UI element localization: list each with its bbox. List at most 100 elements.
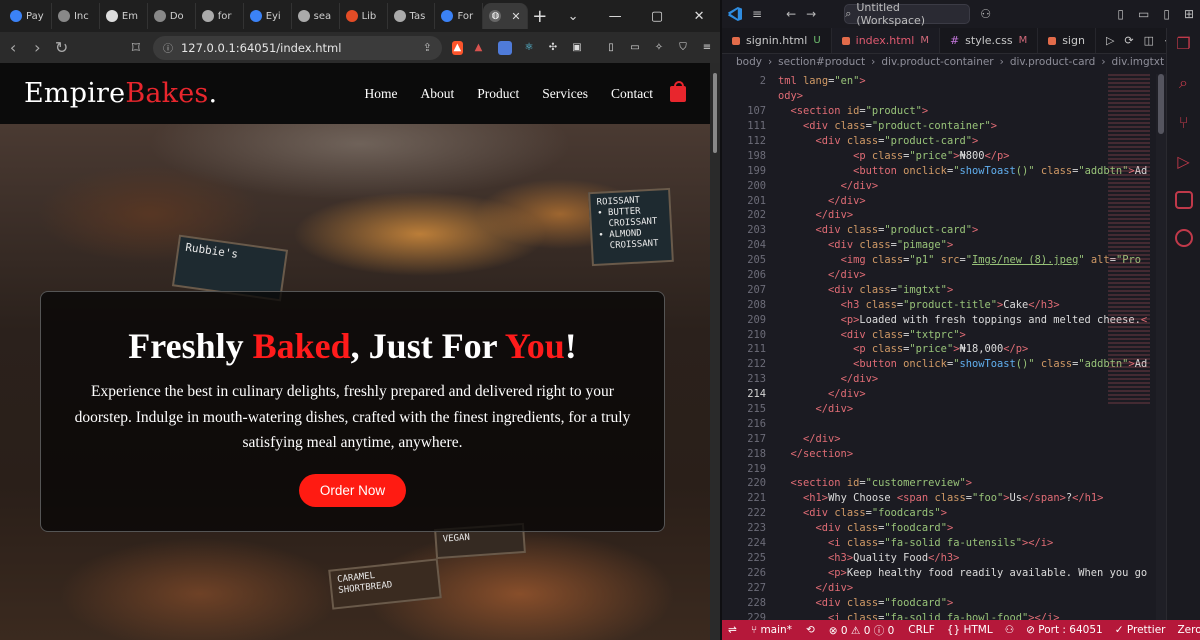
- tab-index-html[interactable]: index.html M: [831, 28, 940, 53]
- code-line[interactable]: 226 <p>Keep healthy food readily availab…: [722, 565, 1156, 580]
- browser-tab[interactable]: For: [435, 3, 484, 29]
- run-debug-icon[interactable]: ▷: [1177, 152, 1189, 171]
- debug-icon[interactable]: ⟳: [1124, 34, 1133, 47]
- vpn-icon[interactable]: ⛉: [676, 41, 690, 55]
- wallet-icon[interactable]: ▭: [628, 41, 642, 55]
- customize-layout-icon[interactable]: ⊞: [1184, 7, 1194, 21]
- toggle-sidebar-icon[interactable]: ▯: [1117, 7, 1124, 21]
- site-info-icon[interactable]: ⓘ: [163, 40, 173, 55]
- code-line[interactable]: 225 <h3>Quality Food</h3>: [722, 551, 1156, 566]
- back-arrow-icon[interactable]: ←: [786, 7, 796, 21]
- problems-indicator[interactable]: ⊗ 0 ⚠ 0 ⓘ 0: [829, 623, 894, 638]
- leo-ai-icon[interactable]: ✧: [652, 41, 666, 55]
- react-devtools-icon[interactable]: ⚛: [522, 41, 536, 55]
- code-view[interactable]: 2 tml lang="en"> ody> 107 <section id="prod…: [722, 74, 1156, 620]
- code-line[interactable]: 201 </div>: [722, 193, 1156, 208]
- code-line[interactable]: 200 </div>: [722, 178, 1156, 193]
- nav-about-link[interactable]: About: [421, 86, 455, 102]
- code-line[interactable]: 211 <p class="price">₦18,000</p>: [722, 342, 1156, 357]
- breadcrumb-item[interactable]: div.product-card: [1010, 56, 1096, 68]
- code-line[interactable]: 204 <div class="pimage">: [722, 238, 1156, 253]
- browser-tab[interactable]: Em: [100, 3, 148, 29]
- code-line[interactable]: 199 <button onclick="showToast()" class=…: [722, 163, 1156, 178]
- code-line[interactable]: 219: [722, 461, 1156, 476]
- eol-indicator[interactable]: CRLF: [908, 624, 935, 636]
- menu-icon[interactable]: ≡: [752, 7, 762, 21]
- share-icon[interactable]: ⇪: [423, 41, 432, 54]
- code-line[interactable]: 210 <div class="txtprc">: [722, 327, 1156, 342]
- command-center-search[interactable]: ⌕ Untitled (Workspace): [844, 1, 971, 27]
- close-window-button[interactable]: ✕: [678, 9, 720, 24]
- browser-tab[interactable]: Lib: [340, 3, 388, 29]
- live-server-icon[interactable]: ⚇: [1005, 624, 1014, 636]
- browser-tab[interactable]: Do: [148, 3, 196, 29]
- sync-icon[interactable]: ⟲: [806, 624, 815, 636]
- theme-indicator[interactable]: Zero Two: [1177, 624, 1200, 636]
- editor-scrollbar[interactable]: [1156, 74, 1166, 620]
- code-line[interactable]: 112 <div class="product-card">: [722, 134, 1156, 149]
- back-button[interactable]: ‹: [6, 38, 20, 57]
- browser-tab[interactable]: for: [196, 3, 244, 29]
- nav-services-link[interactable]: Services: [542, 86, 588, 102]
- site-logo[interactable]: EmpireBakes.: [24, 78, 217, 109]
- explorer-icon[interactable]: ❐: [1176, 34, 1190, 53]
- browser-tab[interactable]: Tas: [388, 3, 436, 29]
- code-line[interactable]: 203 <div class="product-card">: [722, 223, 1156, 238]
- forward-button[interactable]: ›: [30, 38, 44, 57]
- url-field[interactable]: ⓘ 127.0.0.1:64051/index.html ⇪: [152, 35, 442, 60]
- remote-icon[interactable]: ⇌: [728, 624, 737, 636]
- sidebar-icon[interactable]: ▯: [604, 41, 618, 55]
- minimap[interactable]: [1108, 74, 1150, 404]
- toggle-secondary-sidebar-icon[interactable]: ▯: [1163, 7, 1170, 21]
- tab-signin-html[interactable]: signin.html U: [722, 28, 832, 53]
- code-line[interactable]: 227 </div>: [722, 580, 1156, 595]
- rewards-icon[interactable]: ▲: [473, 41, 484, 55]
- nav-contact-link[interactable]: Contact: [611, 86, 653, 102]
- tab-style-css[interactable]: # style.css M: [940, 28, 1039, 53]
- code-line[interactable]: 213 </div>: [722, 372, 1156, 387]
- nav-home-link[interactable]: Home: [365, 86, 398, 102]
- tab-active[interactable]: ◍ ✕: [483, 3, 528, 29]
- source-control-icon[interactable]: ⑂: [1179, 113, 1189, 132]
- code-line[interactable]: 206 </div>: [722, 268, 1156, 283]
- puzzle-icon[interactable]: ✣: [546, 41, 560, 55]
- breadcrumb-item[interactable]: body: [736, 56, 762, 68]
- code-line[interactable]: 207 <div class="imgtxt">: [722, 282, 1156, 297]
- breadcrumb-item[interactable]: div.product-container: [881, 56, 993, 68]
- remote-explorer-icon[interactable]: [1174, 229, 1193, 247]
- menu-icon[interactable]: ≡: [700, 41, 714, 55]
- code-line[interactable]: ody>: [722, 89, 1156, 104]
- reload-button[interactable]: ↻: [54, 38, 68, 57]
- breadcrumb-item[interactable]: section#product: [778, 56, 865, 68]
- nav-product-link[interactable]: Product: [477, 86, 519, 102]
- extension-icon[interactable]: [498, 40, 512, 55]
- code-line[interactable]: 111 <div class="product-container">: [722, 119, 1156, 134]
- search-view-icon[interactable]: ⌕: [1179, 73, 1188, 93]
- code-line[interactable]: 107 <section id="product">: [722, 104, 1156, 119]
- code-line[interactable]: 208 <h3 class="product-title">Cake</h3>: [722, 297, 1156, 312]
- code-line[interactable]: 228 <div class="foodcard">: [722, 595, 1156, 610]
- breadcrumb-item[interactable]: div.imgtxt: [1112, 56, 1165, 68]
- forward-arrow-icon[interactable]: →: [806, 7, 816, 21]
- browser-tab[interactable]: Inc: [52, 3, 100, 29]
- code-line[interactable]: 229 <i class="fa-solid fa-bowl-food"></i…: [722, 610, 1156, 621]
- code-line[interactable]: 216: [722, 416, 1156, 431]
- page-scrollbar[interactable]: [710, 63, 720, 640]
- tab-sign[interactable]: sign: [1038, 28, 1096, 53]
- branch-indicator[interactable]: ⑂ main*: [751, 624, 792, 636]
- code-line[interactable]: 212 <button onclick="showToast()" class=…: [722, 357, 1156, 372]
- code-line[interactable]: 221 <h1>Why Choose <span class="foo">Us<…: [722, 491, 1156, 506]
- code-line[interactable]: 224 <i class="fa-solid fa-utensils"></i>: [722, 536, 1156, 551]
- language-indicator[interactable]: {} HTML: [947, 624, 993, 636]
- code-line[interactable]: 217 </div>: [722, 431, 1156, 446]
- browser-tab[interactable]: Eyi: [244, 3, 292, 29]
- copilot-icon[interactable]: ⚇: [980, 7, 991, 21]
- code-line[interactable]: 222 <div class="foodcards">: [722, 506, 1156, 521]
- maximize-button[interactable]: ▢: [636, 9, 678, 24]
- code-line[interactable]: 218 </section>: [722, 446, 1156, 461]
- scrollbar-thumb[interactable]: [713, 73, 717, 153]
- live-server-port[interactable]: ⊘ Port : 64051: [1026, 624, 1103, 636]
- code-line[interactable]: 220 <section id="customerreview">: [722, 476, 1156, 491]
- code-line[interactable]: 198 <p class="price">₦800</p>: [722, 148, 1156, 163]
- code-line[interactable]: 205 <img class="p1" src="Imgs/new (8).jp…: [722, 253, 1156, 268]
